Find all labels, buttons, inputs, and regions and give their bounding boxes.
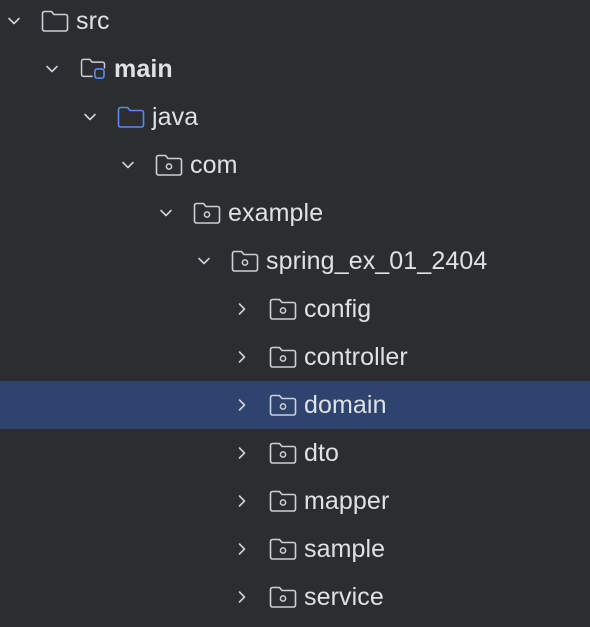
package-icon xyxy=(268,393,298,417)
project-tree: src main java com example spring_ex_01_2… xyxy=(0,0,590,627)
tree-row-main[interactable]: main xyxy=(0,45,590,93)
tree-row-sample[interactable]: sample xyxy=(0,525,590,573)
package-icon xyxy=(154,153,184,177)
tree-item-label: service xyxy=(304,583,384,611)
tree-row-domain[interactable]: domain xyxy=(0,381,590,429)
tree-item-label: mapper xyxy=(304,487,390,515)
tree-item-label: sample xyxy=(304,535,386,563)
chevron-down-icon[interactable] xyxy=(118,155,138,175)
tree-row-mapper[interactable]: mapper xyxy=(0,477,590,525)
package-icon xyxy=(268,585,298,609)
tree-row-dto[interactable]: dto xyxy=(0,429,590,477)
chevron-right-icon[interactable] xyxy=(232,443,252,463)
tree-row-com[interactable]: com xyxy=(0,141,590,189)
java-source-folder-icon xyxy=(116,105,146,129)
folder-icon xyxy=(40,9,70,33)
source-root-folder-icon xyxy=(78,57,108,81)
tree-row-controller[interactable]: controller xyxy=(0,333,590,381)
chevron-down-icon[interactable] xyxy=(194,251,214,271)
package-icon xyxy=(192,201,222,225)
tree-item-label: java xyxy=(152,103,199,131)
chevron-right-icon[interactable] xyxy=(232,395,252,415)
chevron-down-icon[interactable] xyxy=(80,107,100,127)
chevron-right-icon[interactable] xyxy=(232,347,252,367)
package-icon xyxy=(230,249,260,273)
tree-item-label: com xyxy=(190,151,238,179)
tree-item-label: controller xyxy=(304,343,408,371)
package-icon xyxy=(268,489,298,513)
tree-item-label: dto xyxy=(304,439,340,467)
chevron-down-icon[interactable] xyxy=(42,59,62,79)
chevron-down-icon[interactable] xyxy=(156,203,176,223)
tree-row-java[interactable]: java xyxy=(0,93,590,141)
tree-row-src[interactable]: src xyxy=(0,0,590,45)
tree-row-config[interactable]: config xyxy=(0,285,590,333)
tree-row-spring-ex-01-2404[interactable]: spring_ex_01_2404 xyxy=(0,237,590,285)
tree-item-label: config xyxy=(304,295,372,323)
package-icon xyxy=(268,297,298,321)
package-icon xyxy=(268,441,298,465)
tree-item-label: src xyxy=(76,7,110,35)
package-icon xyxy=(268,345,298,369)
tree-item-label: example xyxy=(228,199,324,227)
package-icon xyxy=(268,537,298,561)
tree-item-label: main xyxy=(114,55,173,83)
tree-item-label: spring_ex_01_2404 xyxy=(266,247,488,275)
chevron-right-icon[interactable] xyxy=(232,539,252,559)
tree-row-example[interactable]: example xyxy=(0,189,590,237)
chevron-right-icon[interactable] xyxy=(232,587,252,607)
tree-row-service[interactable]: service xyxy=(0,573,590,621)
chevron-right-icon[interactable] xyxy=(232,491,252,511)
chevron-down-icon[interactable] xyxy=(4,11,24,31)
tree-item-label: domain xyxy=(304,391,387,419)
chevron-right-icon[interactable] xyxy=(232,299,252,319)
